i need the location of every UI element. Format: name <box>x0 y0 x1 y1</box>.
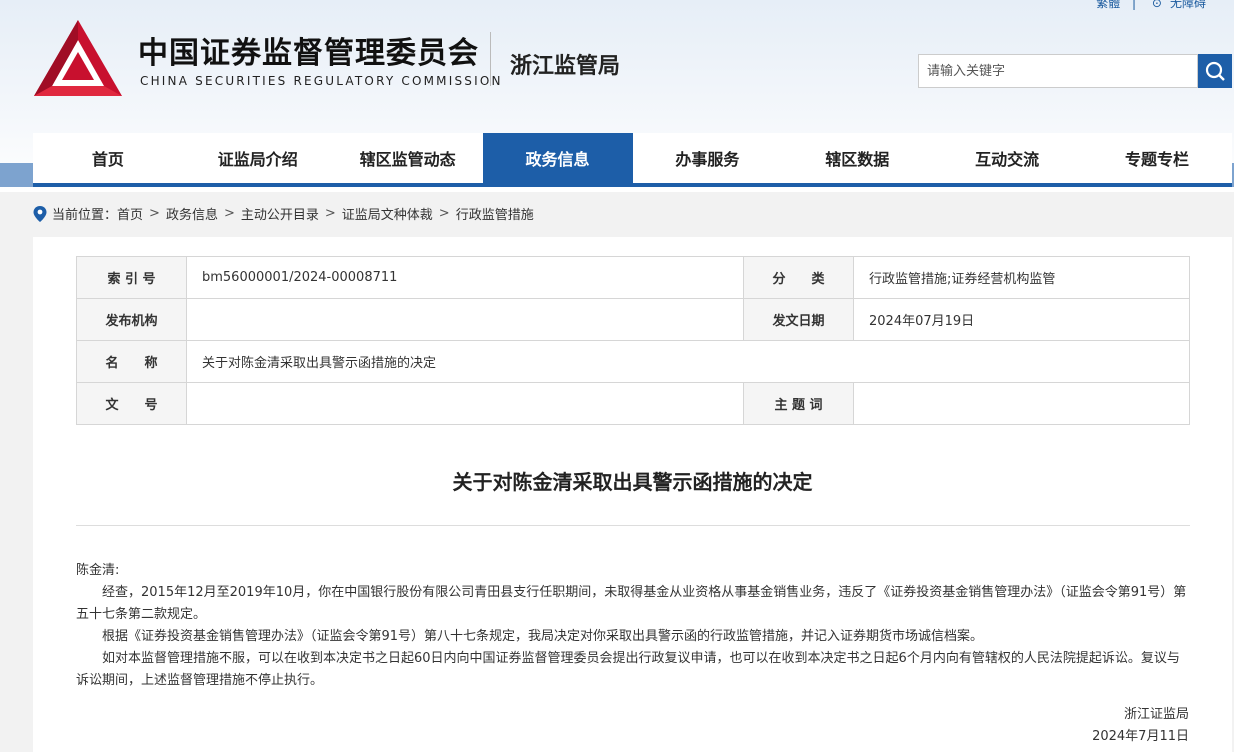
site-title-cn: 中国证券监督管理委员会 <box>138 36 479 71</box>
header-divider <box>490 32 491 86</box>
subject-words-label: 主 题 词 <box>743 382 854 425</box>
salutation: 陈金清: <box>76 563 120 578</box>
signature-block: 浙江证监局 2024年7月11日 <box>1092 704 1189 748</box>
csrc-logo <box>34 20 122 96</box>
nav-item-bureau-intro[interactable]: 证监局介绍 <box>183 133 333 183</box>
doc-number-label: 文 号 <box>76 382 187 425</box>
search-field[interactable] <box>918 54 1198 88</box>
main-nav: 首页 证监局介绍 辖区监管动态 政务信息 办事服务 辖区数据 互动交流 专题专栏 <box>33 133 1232 187</box>
doc-name-label: 名 称 <box>76 340 187 383</box>
publisher-label: 发布机构 <box>76 298 187 341</box>
breadcrumb-separator: > <box>324 206 336 221</box>
bureau-name: 浙江监管局 <box>510 54 621 79</box>
breadcrumb-gov-info[interactable]: 政务信息 <box>166 204 218 223</box>
issue-date-value: 2024年07月19日 <box>853 298 1190 341</box>
nav-item-special-topics[interactable]: 专题专栏 <box>1082 133 1232 183</box>
meta-row: 索 引 号 bm56000001/2024-00008711 分 类 行政监管措… <box>76 256 1190 299</box>
site-title-en: CHINA SECURITIES REGULATORY COMMISSION <box>140 74 503 88</box>
body-paragraph: 经查，2015年12月至2019年10月，你在中国银行股份有限公司青田县支行任职… <box>76 585 1187 622</box>
document-body: 陈金清: 经查，2015年12月至2019年10月，你在中国银行股份有限公司青田… <box>76 560 1188 692</box>
breadcrumb-separator: > <box>149 206 160 221</box>
doc-number-value <box>186 382 744 425</box>
nav-item-services[interactable]: 办事服务 <box>633 133 783 183</box>
search-icon <box>1205 61 1225 81</box>
breadcrumb-separator: > <box>223 206 235 221</box>
issue-date-label: 发文日期 <box>743 298 854 341</box>
meta-row: 名 称 关于对陈金清采取出具警示函措施的决定 <box>76 340 1190 383</box>
breadcrumb-home[interactable]: 首页 <box>117 204 143 223</box>
nav-item-regional-data[interactable]: 辖区数据 <box>782 133 932 183</box>
index-number-value: bm56000001/2024-00008711 <box>186 256 744 299</box>
breadcrumb-disclosure-catalog[interactable]: 主动公开目录 <box>241 204 319 223</box>
nav-item-interaction[interactable]: 互动交流 <box>932 133 1082 183</box>
nav-item-home[interactable]: 首页 <box>33 133 183 183</box>
top-links-separator: | <box>1132 0 1137 10</box>
index-number-label: 索 引 号 <box>76 256 187 299</box>
category-label: 分 类 <box>743 256 854 299</box>
search-button[interactable] <box>1198 54 1232 88</box>
title-divider <box>76 525 1190 526</box>
breadcrumb-admin-measures[interactable]: 行政监管措施 <box>456 204 534 223</box>
breadcrumb-document-types[interactable]: 证监局文种体裁 <box>342 204 433 223</box>
meta-row: 发布机构 发文日期 2024年07月19日 <box>76 298 1190 341</box>
doc-name-value: 关于对陈金清采取出具警示函措施的决定 <box>186 340 1190 383</box>
nav-item-regional-news[interactable]: 辖区监管动态 <box>333 133 483 183</box>
breadcrumb: 当前位置： 首页 > 政务信息 > 主动公开目录 > 证监局文种体裁 > 行政监… <box>33 204 534 223</box>
nav-item-government-info[interactable]: 政务信息 <box>482 133 633 183</box>
traditional-chinese-link[interactable]: 繁體 <box>1096 0 1120 10</box>
document-title: 关于对陈金清采取出具警示函措施的决定 <box>452 470 813 494</box>
location-pin-icon <box>33 205 47 222</box>
article-panel: 索 引 号 bm56000001/2024-00008711 分 类 行政监管措… <box>33 237 1232 752</box>
accessibility-link[interactable]: ⊙ 无障碍 <box>1148 0 1210 10</box>
issuing-authority: 浙江证监局 <box>1123 707 1189 722</box>
publisher-value <box>186 298 744 341</box>
category-value: 行政监管措施;证券经营机构监管 <box>853 256 1190 299</box>
body-paragraph: 如对本监督管理措施不服，可以在收到本决定书之日起60日内向中国证券监督管理委员会… <box>76 651 1180 688</box>
search-input[interactable] <box>919 55 1197 87</box>
signing-date: 2024年7月11日 <box>1092 729 1189 744</box>
body-paragraph: 根据《证券投资基金销售管理办法》（证监会令第91号）第八十七条规定，我局决定对你… <box>102 629 984 644</box>
top-links: 繁體 | ⊙ 无障碍 <box>1092 0 1214 11</box>
accessibility-icon: ⊙ <box>1151 0 1162 10</box>
nav-side-band-left <box>0 163 33 187</box>
breadcrumb-prefix: 当前位置： <box>52 208 118 223</box>
subject-words-value <box>853 382 1190 425</box>
breadcrumb-separator: > <box>438 206 450 221</box>
document-meta-table: 索 引 号 bm56000001/2024-00008711 分 类 行政监管措… <box>76 256 1190 425</box>
meta-row: 文 号 主 题 词 <box>76 382 1190 425</box>
